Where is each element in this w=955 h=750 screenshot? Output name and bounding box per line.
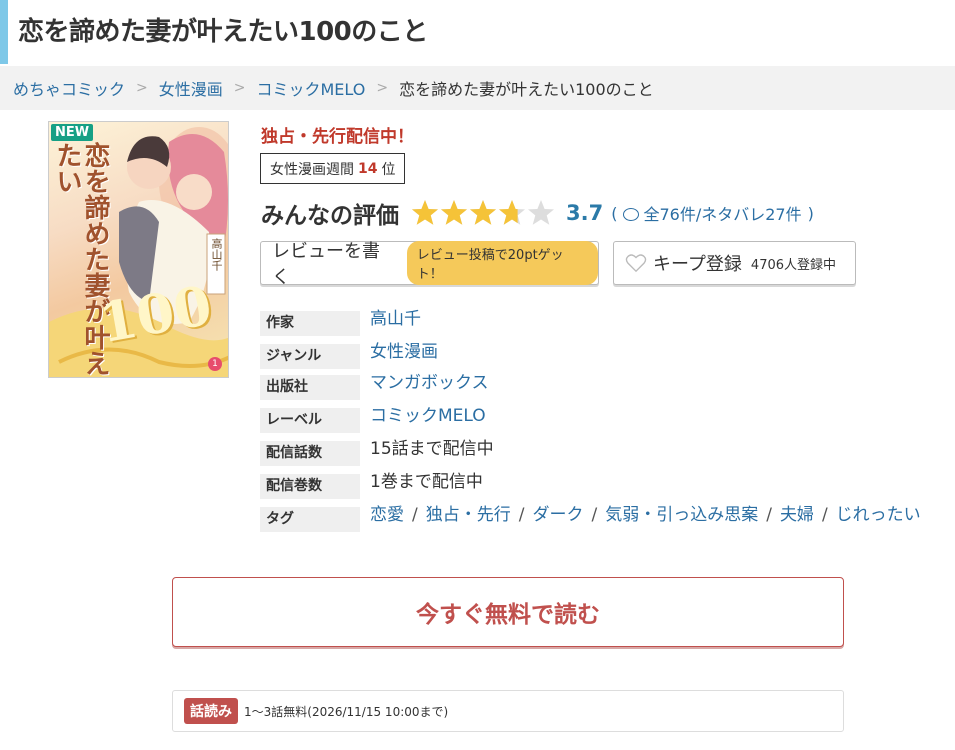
keep-count: 4706人登録中	[750, 257, 837, 273]
cover-author: 高山千	[210, 238, 223, 271]
free-badge: 話読み	[184, 698, 238, 724]
tag-separator: /	[766, 505, 772, 525]
tag-link[interactable]: 気弱・引っ込み思案	[605, 502, 758, 528]
free-note-text: 1～3話無料(2026/11/15 10:00まで)	[244, 704, 449, 719]
exclusive-label: 独占・先行配信中！	[261, 127, 414, 147]
open-paren: (	[611, 203, 618, 223]
volumes-value: 1巻まで配信中	[370, 472, 483, 492]
page-title: 恋を諦めた妻が叶えたい100のこと	[18, 17, 428, 47]
tag-link[interactable]: ダーク	[532, 502, 583, 528]
tag-separator: /	[518, 505, 525, 525]
info-row-label: レーベル コミックMELO	[260, 403, 940, 436]
info-key-volumes: 配信巻数	[260, 474, 360, 499]
rank-prefix: 女性漫画週間	[270, 161, 354, 178]
review-reward-pill: レビュー投稿で20ptゲット！	[406, 241, 598, 285]
star-full-icon	[470, 200, 496, 225]
breadcrumb-current: 恋を諦めた妻が叶えたい100のこと	[399, 80, 654, 99]
tag-separator: /	[591, 505, 598, 525]
tag-separator: /	[412, 505, 418, 525]
episodes-value: 15話まで配信中	[370, 439, 494, 459]
review-count-link[interactable]: ( 全76件/ネタバレ27件 )	[611, 201, 814, 225]
rank-badge[interactable]: 女性漫画週間 14 位	[260, 153, 406, 184]
rating-score: 3.7	[566, 201, 604, 225]
info-row-volumes: 配信巻数 1巻まで配信中	[260, 469, 940, 502]
star-half-icon	[499, 200, 525, 225]
heart-icon	[625, 254, 647, 273]
write-review-label: レビューを書く	[272, 241, 380, 288]
rating-row: みんなの評価 3.7 ( 全76件/ネタバレ27件 )	[261, 195, 814, 231]
info-row-publisher: 出版社 マンガボックス	[260, 370, 940, 403]
info-key-label: レーベル	[260, 408, 360, 433]
cover-image[interactable]: NEW 恋を諦めた妻が叶えたい 100 高山千 1	[48, 121, 229, 378]
info-key-episodes: 配信話数	[260, 441, 360, 466]
info-row-author: 作家 高山千	[260, 306, 940, 339]
read-free-button[interactable]: 今すぐ無料で読む	[172, 577, 844, 647]
chevron-right-icon: >	[376, 80, 389, 96]
info-row-tags: タグ 恋愛 / 独占・先行 / ダーク / 気弱・引っ込み思案 / 夫婦 / じ…	[260, 502, 940, 535]
free-episodes-note[interactable]: 話読み 1～3話無料(2026/11/15 10:00まで)	[172, 690, 844, 732]
tag-link[interactable]: 恋愛	[370, 502, 404, 528]
close-paren: )	[807, 203, 814, 223]
info-key-author: 作家	[260, 311, 360, 336]
breadcrumb-link-label[interactable]: コミックMELO	[257, 76, 366, 100]
review-count-text: 全76件/ネタバレ27件	[643, 205, 802, 224]
keep-label: キープ登録	[653, 254, 742, 275]
tag-list: 恋愛 / 独占・先行 / ダーク / 気弱・引っ込み思案 / 夫婦 / じれった…	[370, 502, 921, 528]
breadcrumb: めちゃコミック > 女性漫画 > コミックMELO > 恋を諦めた妻が叶えたい1…	[0, 66, 955, 110]
rating-stars	[411, 199, 556, 227]
tag-link[interactable]: 独占・先行	[426, 502, 511, 528]
info-row-genre: ジャンル 女性漫画	[260, 339, 940, 370]
keep-button[interactable]: キープ登録 4706人登録中	[613, 241, 856, 285]
info-row-episodes: 配信話数 15話まで配信中	[260, 436, 940, 469]
publisher-link[interactable]: マンガボックス	[370, 370, 489, 396]
speech-bubble-icon	[623, 207, 640, 221]
star-full-icon	[441, 200, 467, 225]
cover-title-text: 恋を諦めた妻が叶えたい	[52, 142, 110, 376]
tag-separator: /	[821, 505, 828, 525]
breadcrumb-link-genre[interactable]: 女性漫画	[159, 76, 223, 100]
volume-badge: 1	[208, 357, 222, 371]
info-key-genre: ジャンル	[260, 344, 360, 369]
author-link[interactable]: 高山千	[370, 306, 421, 332]
star-full-icon	[412, 200, 438, 225]
chevron-right-icon: >	[233, 80, 246, 96]
rating-label: みんなの評価	[261, 203, 399, 229]
rank-suffix: 位	[381, 161, 396, 178]
write-review-button[interactable]: レビューを書く レビュー投稿で20ptゲット！	[260, 241, 599, 288]
title-accent-bar	[0, 0, 8, 64]
genre-link[interactable]: 女性漫画	[370, 339, 438, 365]
tag-link[interactable]: じれったい	[836, 502, 921, 528]
info-key-tags: タグ	[260, 507, 360, 532]
new-badge: NEW	[51, 124, 94, 141]
tag-link[interactable]: 夫婦	[780, 502, 814, 528]
rank-number: 14	[358, 160, 378, 177]
page-header: 恋を諦めた妻が叶えたい100のこと	[0, 0, 955, 64]
info-key-publisher: 出版社	[260, 375, 360, 400]
chevron-right-icon: >	[136, 80, 148, 96]
star-empty-icon	[528, 200, 554, 225]
info-table: 作家 高山千 ジャンル 女性漫画 出版社 マンガボックス レーベル コミックME…	[260, 306, 940, 535]
breadcrumb-link-home[interactable]: めちゃコミック	[13, 76, 125, 100]
label-link[interactable]: コミックMELO	[370, 403, 486, 429]
